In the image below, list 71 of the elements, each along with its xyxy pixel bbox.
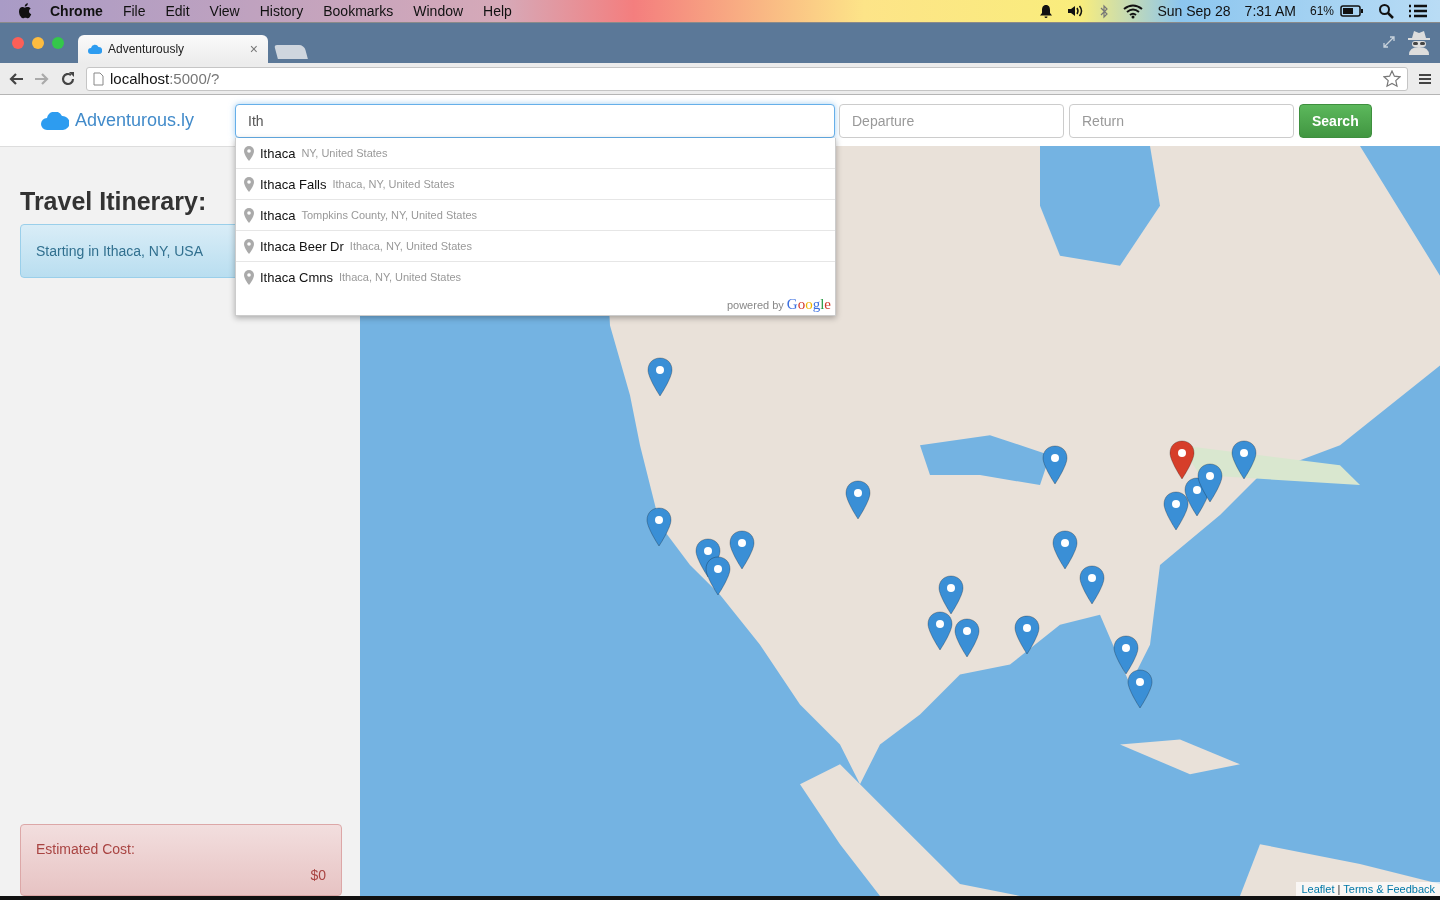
powered-by-text: powered by <box>726 298 784 311</box>
map-pin-icon[interactable] <box>954 618 980 658</box>
map-pin-icon[interactable] <box>647 357 673 397</box>
browser-tab[interactable]: Adventurously × <box>78 35 268 63</box>
tab-close-button[interactable]: × <box>249 41 258 57</box>
suggestion-item[interactable]: Ithaca Beer Dr Ithaca, NY, United States <box>236 230 835 261</box>
separator: | <box>1337 883 1341 895</box>
suggestion-item[interactable]: Ithaca Tompkins County, NY, United States <box>236 199 835 230</box>
cost-label: Estimated Cost: <box>36 841 136 857</box>
attribution-link[interactable]: Terms & Feedback <box>1343 883 1435 895</box>
menu-item[interactable]: Window <box>413 3 464 19</box>
menu-item[interactable]: Help <box>483 3 512 19</box>
google-logo: Google <box>786 296 831 313</box>
return-field[interactable]: Return <box>1069 103 1294 138</box>
search-icon[interactable] <box>1378 3 1394 19</box>
list-icon[interactable] <box>1408 4 1428 18</box>
suggestion-item[interactable]: Ithaca Cmns Ithaca, NY, United States <box>236 261 835 292</box>
location-pin-icon <box>244 238 254 254</box>
bell-icon[interactable] <box>1039 3 1054 19</box>
cost-value: $0 <box>310 867 326 883</box>
map-pin-icon[interactable] <box>646 507 672 547</box>
map-pin-icon[interactable] <box>1042 445 1068 485</box>
location-pin-icon <box>244 145 254 161</box>
bluetooth-icon[interactable] <box>1099 3 1110 19</box>
cloud-icon <box>88 44 102 54</box>
site-logo[interactable]: Adventurous.ly <box>74 110 195 131</box>
map-pin-icon[interactable] <box>1169 440 1195 480</box>
location-pin-icon <box>244 207 254 223</box>
itinerary-title: Travel Itinerary: <box>20 187 207 216</box>
map-pin-icon[interactable] <box>1014 615 1040 655</box>
menu-item[interactable]: File <box>122 3 146 19</box>
new-tab-button[interactable] <box>274 45 308 59</box>
menu-item[interactable]: Bookmarks <box>323 3 394 19</box>
destination-field[interactable]: Ith <box>235 103 835 138</box>
map-pin-icon[interactable] <box>938 575 964 615</box>
menu-item[interactable]: Chrome <box>50 3 103 19</box>
location-pin-icon <box>244 176 254 192</box>
attribution-link[interactable]: Leaflet <box>1301 883 1335 895</box>
map-pin-icon[interactable] <box>927 611 953 651</box>
suggestion-item[interactable]: Ithaca NY, United States <box>236 138 835 168</box>
map-pin-icon[interactable] <box>1127 669 1153 709</box>
reload-icon[interactable] <box>60 70 76 87</box>
apple-icon[interactable] <box>18 3 32 19</box>
battery-icon[interactable] <box>1340 5 1364 17</box>
battery-percent: 61% <box>1309 4 1334 18</box>
suggestion-item[interactable]: Ithaca Falls Ithaca, NY, United States <box>236 168 835 199</box>
map-pin-icon[interactable] <box>1197 463 1223 503</box>
page-icon <box>93 71 104 86</box>
menu-time[interactable]: 7:31 AM <box>1244 3 1296 19</box>
departure-field[interactable]: Departure <box>839 103 1064 138</box>
menu-item[interactable]: Edit <box>165 3 190 19</box>
map-pin-icon[interactable] <box>705 556 731 596</box>
menu-date[interactable]: Sun Sep 28 <box>1157 3 1231 19</box>
map-pin-icon[interactable] <box>1231 440 1257 480</box>
minimize-button[interactable] <box>32 37 44 49</box>
menu-item[interactable]: History <box>259 3 304 19</box>
menu-icon[interactable] <box>1418 72 1432 85</box>
map-pin-icon[interactable] <box>1113 635 1139 675</box>
address-field[interactable]: localhost:5000/? <box>86 66 1408 91</box>
back-icon[interactable] <box>8 71 24 86</box>
star-icon[interactable] <box>1383 69 1401 88</box>
menu-item[interactable]: View <box>209 3 240 19</box>
wifi-icon[interactable] <box>1123 3 1144 19</box>
fullscreen-icon[interactable] <box>1382 35 1396 49</box>
map-pin-icon[interactable] <box>1052 530 1078 570</box>
cloud-icon[interactable] <box>40 111 69 130</box>
map-pin-icon[interactable] <box>1163 491 1189 531</box>
location-pin-icon <box>244 269 254 285</box>
map-pin-icon[interactable] <box>729 530 755 570</box>
map-pin-icon[interactable] <box>1079 565 1105 605</box>
map-pin-icon[interactable] <box>845 480 871 520</box>
